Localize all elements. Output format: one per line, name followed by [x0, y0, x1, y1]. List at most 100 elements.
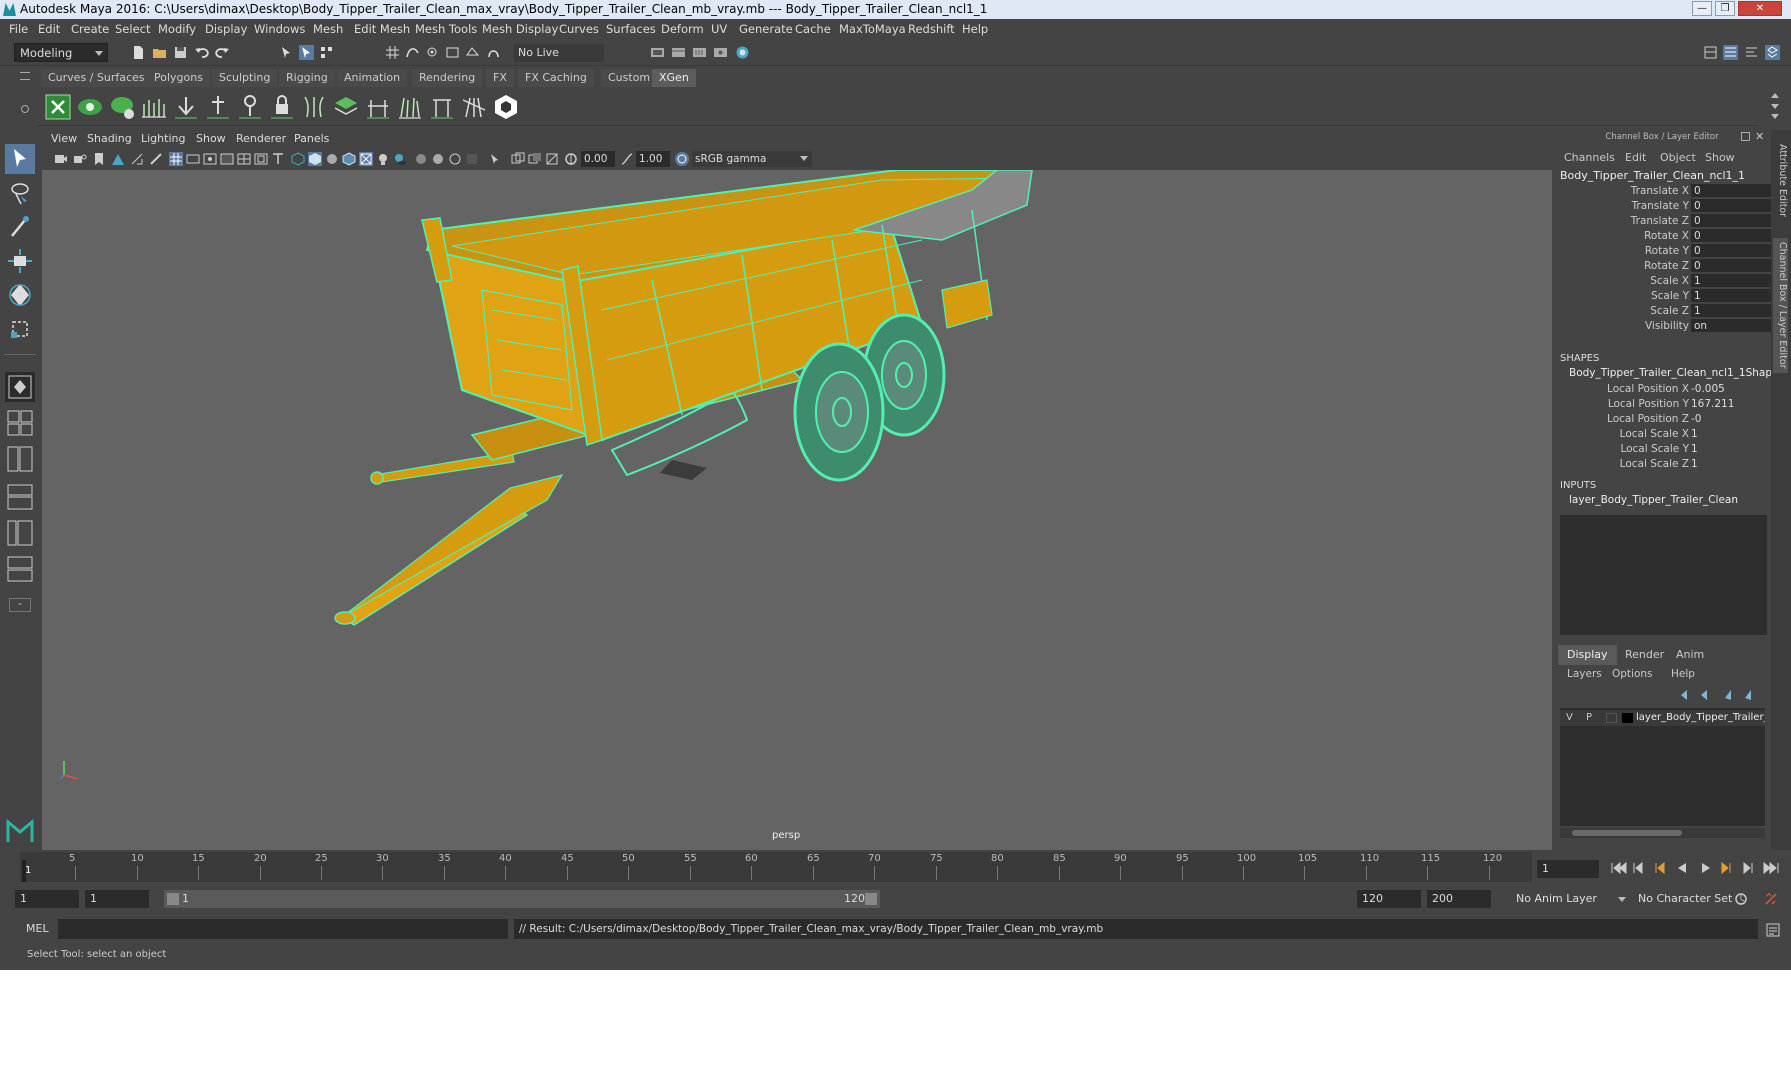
xray-icon[interactable] [359, 152, 373, 166]
single-perspective-layout-icon[interactable] [5, 372, 35, 402]
channel-rotate-z[interactable]: Rotate Z0 [1553, 259, 1771, 273]
shape-channel-value[interactable]: 1 [1691, 427, 1698, 441]
layer-playback-toggle[interactable]: P [1586, 710, 1592, 726]
xgen-comb-icon[interactable] [299, 92, 329, 122]
safe-title-icon[interactable] [271, 152, 285, 166]
menu-uv[interactable]: UV [711, 19, 727, 39]
menu-set-dropdown[interactable]: Modeling [14, 43, 108, 62]
script-language-label[interactable]: MEL [26, 922, 49, 935]
shape-channel[interactable]: Local Scale Z1 [1553, 457, 1771, 471]
maya-home-icon[interactable] [6, 818, 34, 844]
animation-preferences-icon[interactable] [1764, 892, 1778, 906]
auto-keyframe-icon[interactable] [1734, 892, 1748, 906]
safe-action-icon[interactable] [254, 152, 268, 166]
menu-select[interactable]: Select [115, 19, 150, 39]
menu-maxtomaya[interactable]: MaxToMaya [839, 19, 906, 39]
layer-row[interactable]: V P layer_Body_Tipper_Trailer_Clean [1560, 710, 1765, 726]
hypershade-layout-icon[interactable] [5, 554, 35, 584]
menu-edit-mesh[interactable]: Edit Mesh [354, 19, 410, 39]
shelf-tab-custom[interactable]: Custom [601, 69, 658, 87]
panel-menu-view[interactable]: View [51, 130, 77, 148]
menu-help[interactable]: Help [962, 19, 988, 39]
xgen-place-icon[interactable] [171, 92, 201, 122]
isolate-select-icon[interactable] [488, 152, 502, 166]
tool-settings-icon[interactable] [1744, 45, 1759, 60]
paint-select-icon[interactable] [5, 212, 35, 242]
animation-end-field[interactable]: 200 [1427, 890, 1491, 908]
shelf-tab-fx-caching[interactable]: FX Caching [518, 69, 594, 87]
snap-point-icon[interactable] [425, 45, 440, 60]
outliner-layout-icon[interactable] [5, 444, 35, 474]
attribute-editor-toggle-icon[interactable] [1723, 45, 1738, 60]
anti-aliasing-icon[interactable] [448, 152, 462, 166]
gamma-icon[interactable] [620, 152, 634, 166]
xgen-grass-icon[interactable] [395, 92, 425, 122]
grease-pencil-icon[interactable] [149, 152, 163, 166]
cb-menu-show[interactable]: Show [1705, 150, 1735, 166]
gamma-field[interactable]: 1.00 [636, 151, 670, 167]
range-slider[interactable]: 1 120 [164, 890, 880, 908]
depth-of-field-icon[interactable] [465, 152, 479, 166]
wireframe-on-shaded-icon[interactable] [342, 152, 356, 166]
field-chart-icon[interactable] [237, 152, 251, 166]
exposure-field[interactable]: 0.00 [581, 151, 615, 167]
shadows-icon[interactable] [393, 152, 407, 166]
resolution-gate-icon[interactable] [203, 152, 217, 166]
channel-translate-z[interactable]: Translate Z0 [1553, 214, 1771, 228]
channel-value[interactable]: 0 [1691, 214, 1771, 227]
command-input[interactable] [58, 919, 508, 939]
panel-menu-show[interactable]: Show [196, 130, 226, 148]
current-frame-field[interactable]: 1 [1537, 860, 1599, 878]
xgen-lock-icon[interactable] [267, 92, 297, 122]
channel-box-toggle-icon[interactable] [1765, 45, 1780, 60]
modeling-toolkit-icon[interactable] [1703, 45, 1718, 60]
live-surface-field[interactable]: No Live Surface [514, 44, 604, 77]
menu-mesh[interactable]: Mesh [313, 19, 343, 39]
float-panel-icon[interactable] [1741, 132, 1750, 141]
maximize-button[interactable]: ❐ [1715, 1, 1735, 16]
script-editor-icon[interactable] [1765, 922, 1781, 938]
menu-surfaces[interactable]: Surfaces [606, 19, 656, 39]
menu-cache[interactable]: Cache [795, 19, 831, 39]
channel-value[interactable]: 1 [1691, 304, 1771, 317]
camera-select-icon[interactable] [54, 152, 68, 166]
redo-icon[interactable] [215, 45, 230, 60]
cb-menu-edit[interactable]: Edit [1625, 150, 1646, 166]
anim-layer-dropdown[interactable]: No Anim Layer [1511, 890, 1627, 908]
panel-menu-shading[interactable]: Shading [87, 130, 132, 148]
shelf-tab-animation[interactable]: Animation [337, 69, 408, 87]
snap-live-icon[interactable] [465, 45, 480, 60]
character-set-dropdown[interactable]: No Character Set [1633, 890, 1745, 908]
shape-channel[interactable]: Local Position Y 167.211 [1553, 397, 1771, 411]
hypershade-icon[interactable] [735, 45, 750, 60]
make-live-icon[interactable] [486, 45, 501, 60]
render-region-icon[interactable] [650, 45, 665, 60]
bookmark-icon[interactable] [92, 152, 106, 166]
layer-scrollbar[interactable] [1560, 828, 1765, 838]
layer-name[interactable]: layer_Body_Tipper_Trailer_Clean [1636, 710, 1765, 726]
shape-channel-value[interactable]: 1 [1691, 442, 1698, 456]
render-settings-icon[interactable] [713, 45, 728, 60]
menu-file[interactable]: File [9, 19, 28, 39]
image-plane-icon[interactable] [111, 152, 125, 166]
view-transform-dropdown[interactable]: sRGB gamma [692, 151, 812, 167]
xgen-eye-icon[interactable] [75, 92, 105, 122]
shape-channel-value[interactable]: -0 [1691, 412, 1701, 426]
new-scene-icon[interactable] [131, 45, 146, 60]
select-tool-icon[interactable] [5, 144, 35, 174]
undo-icon[interactable] [194, 45, 209, 60]
menu-redshift[interactable]: Redshift [908, 19, 955, 39]
menu-curves[interactable]: Curves [559, 19, 599, 39]
channel-value[interactable]: 0 [1691, 199, 1771, 212]
exposure-icon[interactable] [564, 152, 578, 166]
range-slider-end-handle[interactable] [865, 893, 877, 905]
save-scene-icon[interactable] [173, 45, 188, 60]
tab-display[interactable]: Display [1558, 645, 1617, 665]
cb-menu-channels[interactable]: Channels [1564, 150, 1615, 166]
menu-edit[interactable]: Edit [38, 19, 60, 39]
channel-translate-y[interactable]: Translate Y0 [1553, 199, 1771, 213]
snap-grid-icon[interactable] [385, 45, 400, 60]
menu-deform[interactable]: Deform [661, 19, 704, 39]
scale-tool-icon[interactable] [5, 314, 35, 344]
select-component-icon[interactable] [319, 45, 334, 60]
